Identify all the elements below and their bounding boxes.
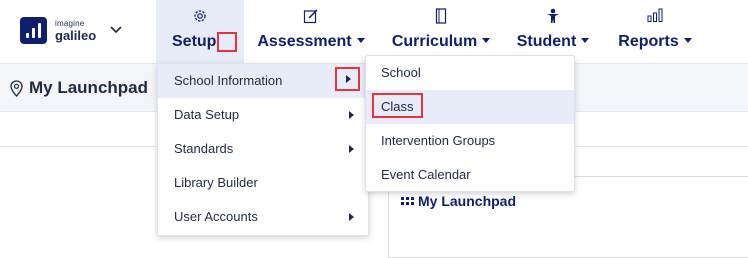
location-pin-icon xyxy=(10,79,23,97)
imagine-galileo-logo[interactable]: imagine galileo xyxy=(20,17,96,44)
submenu-item-label: Intervention Groups xyxy=(381,133,496,148)
caret-down-icon xyxy=(683,38,692,44)
nav-reports[interactable]: Reports xyxy=(612,0,698,63)
menu-item-data-setup[interactable]: Data Setup xyxy=(158,98,368,132)
notebook-icon xyxy=(435,8,447,24)
school-information-submenu: School Class Intervention Groups Event C… xyxy=(365,55,575,192)
logo-big-text: galileo xyxy=(55,27,97,43)
class-highlight-box xyxy=(372,93,423,118)
chevron-down-icon[interactable] xyxy=(110,26,122,34)
school-information-submenu-toggle[interactable] xyxy=(335,67,360,91)
menu-item-user-accounts[interactable]: User Accounts xyxy=(158,200,368,234)
menu-item-label: Data Setup xyxy=(174,107,240,122)
logo-text: imagine galileo xyxy=(55,18,97,43)
nav-reports-label: Reports xyxy=(618,33,679,50)
launchpad-card-title-text: My Launchpad xyxy=(418,193,517,209)
menu-item-label: School Information xyxy=(174,73,283,88)
grid-dots-icon xyxy=(401,196,414,205)
submenu-item-label: Event Calendar xyxy=(381,167,471,182)
page-title: My Launchpad xyxy=(10,78,148,98)
nav-curriculum[interactable]: Curriculum xyxy=(386,0,496,63)
logo-small-text: imagine xyxy=(55,18,85,28)
nav-curriculum-label: Curriculum xyxy=(391,33,478,50)
menu-item-standards[interactable]: Standards xyxy=(158,132,368,166)
caret-down-icon xyxy=(482,38,491,44)
menu-item-label: Library Builder xyxy=(174,175,258,190)
launchpad-card-title: My Launchpad xyxy=(401,193,516,209)
person-icon xyxy=(547,8,559,23)
gear-icon xyxy=(194,10,206,22)
logo-badge-icon xyxy=(20,17,47,44)
caret-right-icon xyxy=(349,213,354,221)
setup-dropdown-toggle[interactable] xyxy=(217,32,237,52)
nav-assessment-label: Assessment xyxy=(257,33,352,50)
page-title-text: My Launchpad xyxy=(29,78,149,97)
caret-down-icon xyxy=(581,38,590,44)
caret-right-icon xyxy=(349,145,354,153)
submenu-item-school[interactable]: School xyxy=(366,56,574,90)
caret-down-icon xyxy=(356,38,365,44)
nav-assessment[interactable]: Assessment xyxy=(252,0,370,63)
caret-right-icon xyxy=(346,75,351,83)
bar-chart-icon xyxy=(647,8,663,22)
menu-item-label: Standards xyxy=(174,141,234,156)
pencil-square-icon xyxy=(303,9,318,24)
nav-student-label: Student xyxy=(516,33,577,50)
submenu-item-event-calendar[interactable]: Event Calendar xyxy=(366,158,574,192)
menu-item-library-builder[interactable]: Library Builder xyxy=(158,166,368,200)
caret-right-icon xyxy=(349,111,354,119)
submenu-item-intervention-groups[interactable]: Intervention Groups xyxy=(366,124,574,158)
menu-item-label: User Accounts xyxy=(174,209,258,224)
submenu-item-label: School xyxy=(381,65,421,80)
nav-student[interactable]: Student xyxy=(510,0,596,63)
